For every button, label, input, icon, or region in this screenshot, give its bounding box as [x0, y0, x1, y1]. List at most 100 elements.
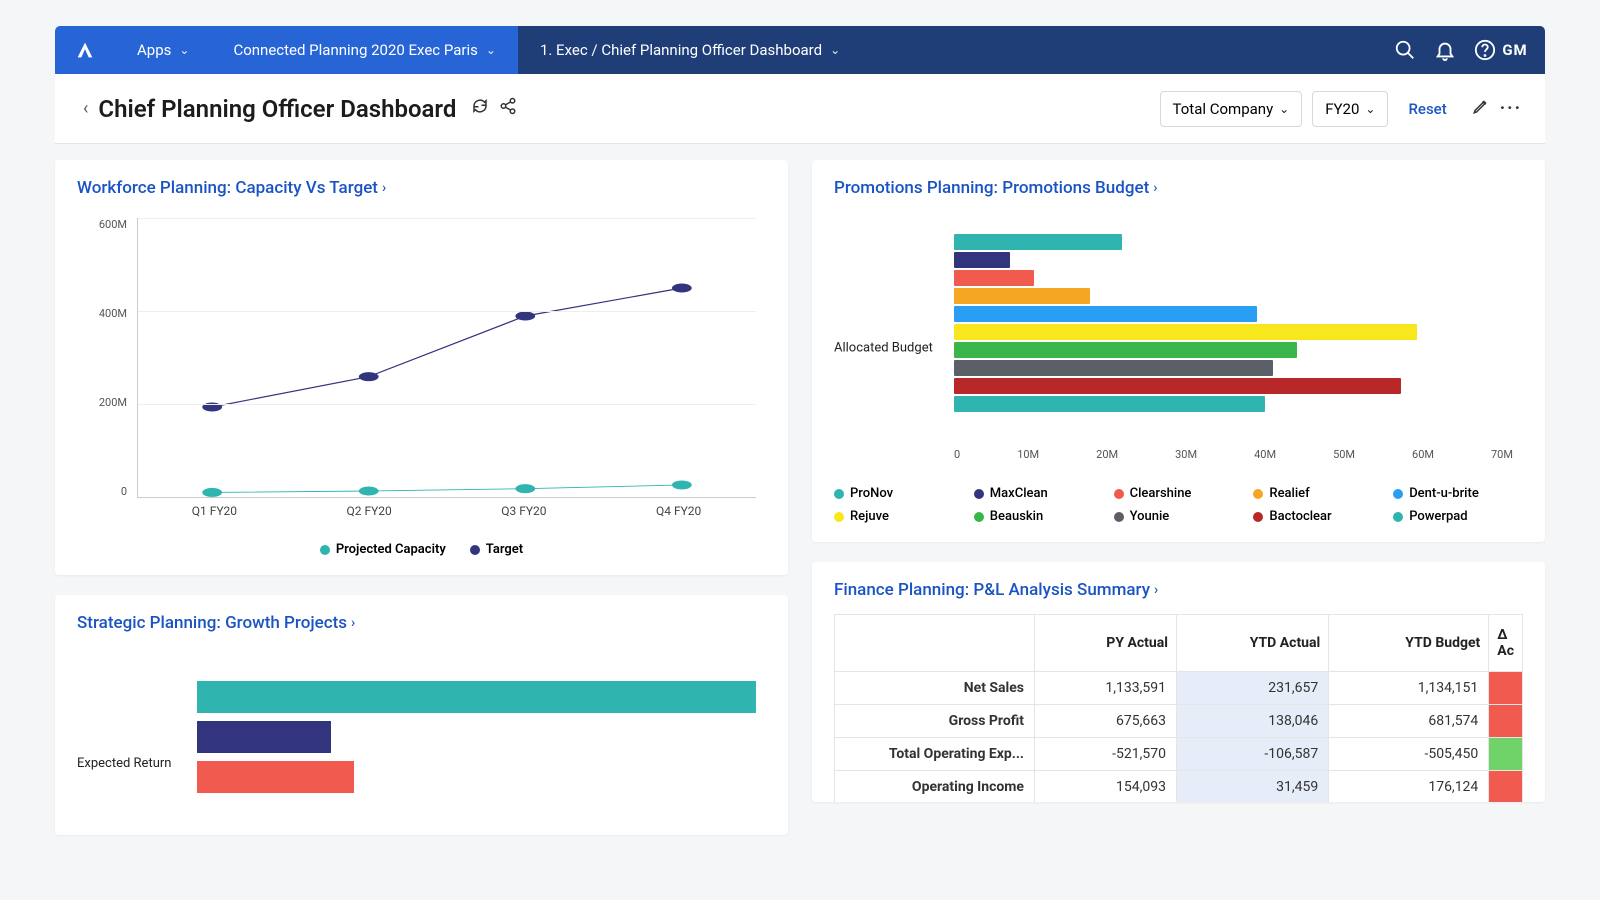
legend-item: Projected Capacity: [320, 542, 446, 557]
nav-page[interactable]: 1. Exec / Chief Planning Officer Dashboa…: [518, 26, 862, 74]
nav-workspace[interactable]: Connected Planning 2020 Exec Paris ⌄: [211, 26, 518, 74]
table-row[interactable]: Operating Income154,09331,459176,124: [835, 771, 1523, 803]
card-promotions: Promotions Planning: Promotions Budget› …: [812, 160, 1545, 542]
row-label: Total Operating Exp...: [835, 738, 1035, 771]
back-button[interactable]: ‹: [73, 98, 98, 119]
nav-apps[interactable]: Apps ⌄: [115, 26, 211, 74]
col-header: YTD Actual: [1176, 615, 1328, 672]
x-tick: 60M: [1412, 448, 1434, 468]
chevron-down-icon: ⌄: [1279, 102, 1289, 116]
app-logo[interactable]: [55, 39, 115, 61]
user-avatar[interactable]: GM: [1505, 26, 1545, 74]
bar-bactoclear[interactable]: [954, 378, 1401, 394]
delta-flag: [1489, 705, 1523, 738]
page-header: ‹ Chief Planning Officer Dashboard Total…: [55, 74, 1545, 144]
cell-py: 154,093: [1035, 771, 1177, 803]
page-title: Chief Planning Officer Dashboard: [98, 95, 456, 123]
legend-item[interactable]: ProNov: [834, 486, 964, 501]
anaplan-logo-icon: [74, 39, 96, 61]
x-tick: 40M: [1254, 448, 1276, 468]
card-finance-title[interactable]: Finance Planning: P&L Analysis Summary›: [834, 580, 1523, 600]
legend-item[interactable]: Rejuve: [834, 509, 964, 524]
reset-link[interactable]: Reset: [1408, 100, 1446, 118]
user-initials: GM: [1502, 41, 1527, 59]
cell-py: 675,663: [1035, 705, 1177, 738]
x-tick: 70M: [1491, 448, 1513, 468]
bar[interactable]: [197, 721, 331, 753]
legend-label: MaxClean: [990, 486, 1048, 501]
bar-clearshine[interactable]: [954, 270, 1034, 286]
help-icon[interactable]: [1465, 26, 1505, 74]
table-row[interactable]: Total Operating Exp...-521,570-106,587-5…: [835, 738, 1523, 771]
edit-icon[interactable]: [1472, 97, 1490, 120]
legend-item[interactable]: Powerpad: [1393, 509, 1523, 524]
card-finance: Finance Planning: P&L Analysis Summary› …: [812, 562, 1545, 802]
strategic-chart: Expected Return: [77, 651, 766, 821]
delta-flag: [1489, 771, 1523, 803]
swatch: [1253, 489, 1263, 499]
legend-item[interactable]: Realief: [1253, 486, 1383, 501]
nav-page-label: 1. Exec / Chief Planning Officer Dashboa…: [540, 41, 822, 59]
swatch: [1393, 512, 1403, 522]
x-tick: 10M: [1017, 448, 1039, 468]
bar[interactable]: [197, 681, 756, 713]
y-tick: 600M: [99, 218, 127, 231]
legend-item[interactable]: Bactoclear: [1253, 509, 1383, 524]
bar-realief[interactable]: [954, 288, 1090, 304]
bar[interactable]: [197, 761, 354, 793]
card-title-label: Finance Planning: P&L Analysis Summary: [834, 580, 1150, 600]
more-menu[interactable]: ···: [1500, 98, 1522, 119]
swatch: [1114, 512, 1124, 522]
cell-budget: 176,124: [1329, 771, 1489, 803]
cell-budget: -505,450: [1329, 738, 1489, 771]
bar-maxclean[interactable]: [954, 252, 1010, 268]
cell-py: 1,133,591: [1035, 672, 1177, 705]
y-tick: 0: [121, 485, 127, 498]
card-title-label: Workforce Planning: Capacity Vs Target: [77, 178, 378, 198]
bar-beauskin[interactable]: [954, 342, 1297, 358]
cell-ytd: 31,459: [1176, 771, 1328, 803]
cell-budget: 1,134,151: [1329, 672, 1489, 705]
card-promotions-title[interactable]: Promotions Planning: Promotions Budget›: [834, 178, 1523, 198]
top-nav: Apps ⌄ Connected Planning 2020 Exec Pari…: [55, 26, 1545, 74]
bar-younie[interactable]: [954, 360, 1273, 376]
period-picker[interactable]: FY20 ⌄: [1312, 91, 1388, 127]
axis-label: Expected Return: [77, 756, 171, 771]
chevron-right-icon: ›: [1154, 582, 1158, 598]
legend-item[interactable]: Dent-u-brite: [1393, 486, 1523, 501]
search-icon[interactable]: [1385, 26, 1425, 74]
nav-apps-label: Apps: [137, 41, 171, 59]
bar-powerpad[interactable]: [954, 396, 1265, 412]
scope-picker[interactable]: Total Company ⌄: [1160, 91, 1303, 127]
delta-flag: [1489, 738, 1523, 771]
promotions-chart: Allocated Budget 010M20M30M40M50M60M70M: [834, 228, 1523, 468]
legend-item[interactable]: Younie: [1114, 509, 1244, 524]
col-header: PY Actual: [1035, 615, 1177, 672]
legend-item[interactable]: Clearshine: [1114, 486, 1244, 501]
row-label: Gross Profit: [835, 705, 1035, 738]
swatch: [320, 545, 330, 555]
col-header: Δ Ac: [1489, 615, 1523, 672]
refresh-icon[interactable]: [471, 97, 489, 120]
card-workforce-title[interactable]: Workforce Planning: Capacity Vs Target›: [77, 178, 766, 198]
bar-rejuve[interactable]: [954, 324, 1417, 340]
cell-py: -521,570: [1035, 738, 1177, 771]
legend-item[interactable]: Beauskin: [974, 509, 1104, 524]
row-label: Operating Income: [835, 771, 1035, 803]
share-icon[interactable]: [499, 97, 517, 120]
x-tick: 20M: [1096, 448, 1118, 468]
workforce-chart: 600M 400M 200M 0 Q1 FY20 Q2 FY20 Q3 FY20…: [77, 218, 766, 528]
legend-label: Clearshine: [1130, 486, 1192, 501]
table-row[interactable]: Net Sales1,133,591231,6571,134,151: [835, 672, 1523, 705]
bar-pronov[interactable]: [954, 234, 1122, 250]
card-strategic-title[interactable]: Strategic Planning: Growth Projects›: [77, 613, 766, 633]
legend-item[interactable]: MaxClean: [974, 486, 1104, 501]
card-strategic: Strategic Planning: Growth Projects› Exp…: [55, 595, 788, 835]
legend-label: Realief: [1269, 486, 1309, 501]
cell-budget: 681,574: [1329, 705, 1489, 738]
bell-icon[interactable]: [1425, 26, 1465, 74]
bar-dent-u-brite[interactable]: [954, 306, 1257, 322]
delta-flag: [1489, 672, 1523, 705]
swatch: [1393, 489, 1403, 499]
table-row[interactable]: Gross Profit675,663138,046681,574: [835, 705, 1523, 738]
